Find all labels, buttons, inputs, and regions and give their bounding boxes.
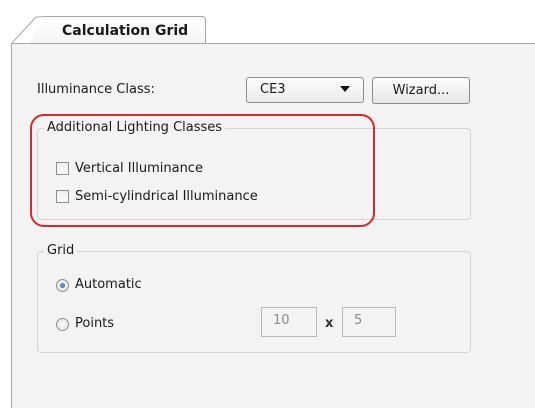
automatic-label: Automatic <box>75 277 142 292</box>
points-separator: x <box>325 316 334 331</box>
chevron-down-icon[interactable] <box>340 86 350 92</box>
illuminance-class-value: CE3 <box>260 82 286 97</box>
grid-group <box>37 251 471 353</box>
automatic-radio[interactable] <box>56 279 69 292</box>
points-radio[interactable] <box>56 318 69 331</box>
illuminance-class-label: Illuminance Class: <box>37 82 155 97</box>
wizard-button[interactable]: Wizard... <box>372 77 470 104</box>
points-label: Points <box>75 316 115 331</box>
tab-label: Calculation Grid <box>62 23 189 39</box>
points-y-input[interactable]: 5 <box>342 307 396 337</box>
points-x-input[interactable]: 10 <box>261 307 317 337</box>
highlight-annotation <box>30 114 375 227</box>
grid-title: Grid <box>44 243 78 258</box>
